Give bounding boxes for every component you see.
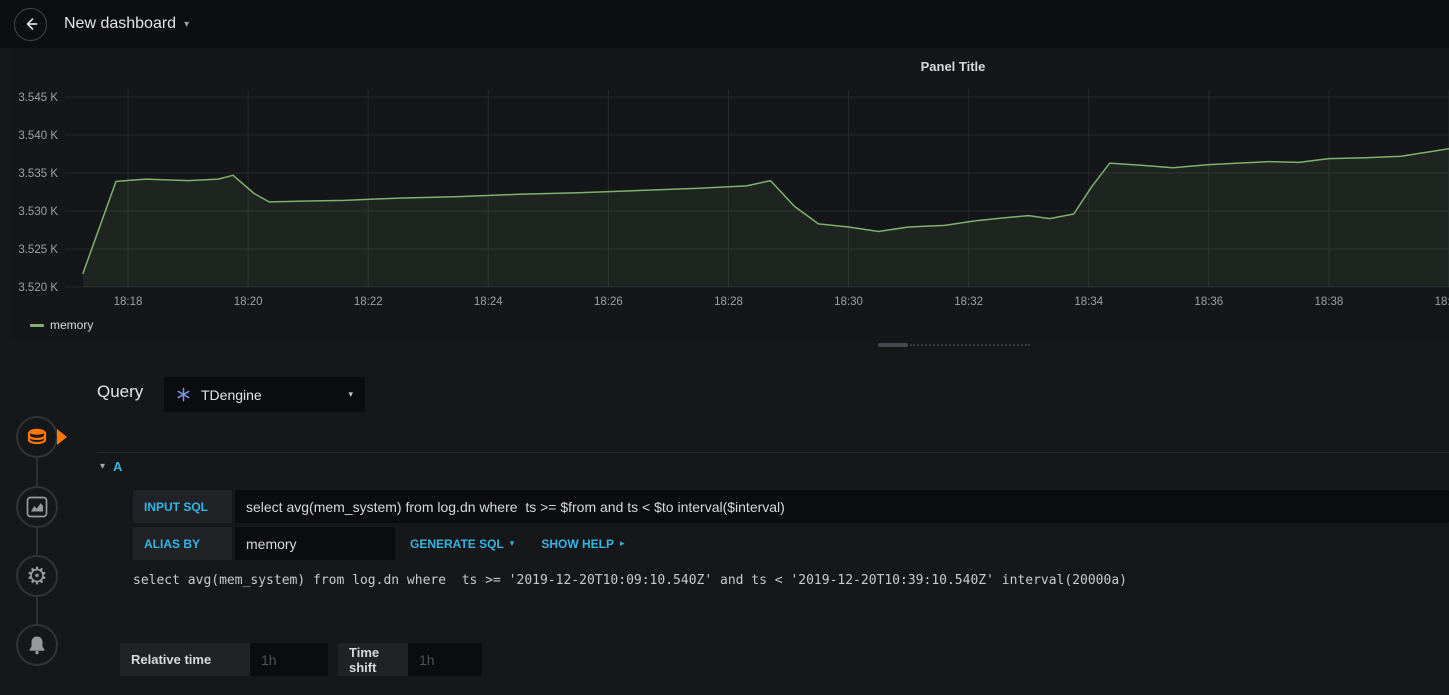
legend-label: memory (50, 318, 94, 332)
back-button[interactable] (14, 7, 47, 41)
query-row-collapse-toggle[interactable]: ▾ A (100, 459, 122, 474)
tabs-connector-line (36, 437, 38, 645)
legend-color-swatch (30, 323, 44, 327)
time-options-row: Relative time Time shift (120, 643, 482, 676)
arrow-left-icon (26, 18, 37, 30)
top-navbar: New dashboard ▾ (0, 0, 1449, 48)
scrollbar-handle[interactable] (878, 343, 908, 347)
tab-general[interactable]: ⚙ (16, 555, 58, 597)
svg-text:3.530 K: 3.530 K (18, 206, 58, 218)
input-sql-row: INPUT SQL (133, 490, 1449, 523)
panel-title: Panel Title (920, 59, 986, 74)
svg-text:3.525 K: 3.525 K (18, 244, 58, 256)
query-section-title: Query (97, 382, 144, 401)
svg-text:3.540 K: 3.540 K (18, 130, 58, 142)
svg-text:18:36: 18:36 (1194, 296, 1223, 308)
tdengine-logo-icon (177, 387, 190, 402)
svg-text:18:34: 18:34 (1074, 296, 1103, 308)
chevron-down-icon: ▾ (100, 461, 106, 472)
chevron-down-icon: ▾ (509, 538, 515, 549)
grafana-panel-editor: New dashboard ▾ Panel Title 3.520 K 3.525… (0, 0, 1449, 695)
query-row-letter: A (113, 459, 123, 474)
tab-queries[interactable] (16, 416, 58, 458)
svg-text:18:40: 18:40 (1435, 296, 1449, 308)
svg-text:18:38: 18:38 (1315, 296, 1344, 308)
graph-icon (26, 496, 48, 518)
svg-text:18:22: 18:22 (354, 296, 383, 308)
scrollbar-track-dots (910, 344, 1030, 346)
svg-text:3.520 K: 3.520 K (18, 282, 58, 294)
datasource-name: TDengine (201, 386, 262, 403)
legend-item-memory[interactable]: memory (30, 318, 93, 332)
svg-text:18:32: 18:32 (954, 296, 983, 308)
time-shift-field[interactable] (408, 643, 482, 676)
input-sql-field[interactable] (235, 490, 1449, 523)
dashboard-title-dropdown[interactable]: New dashboard ▾ (64, 15, 189, 33)
gear-icon: ⚙ (26, 562, 48, 590)
svg-text:18:26: 18:26 (594, 296, 623, 308)
generated-sql-preview: select avg(mem_system) from log.dn where… (133, 573, 1127, 588)
chart-panel: Panel Title 3.520 K 3.525 K 3.530 K 3.535 K… (10, 48, 1449, 340)
active-tab-arrow-icon (57, 429, 67, 445)
chevron-down-icon: ▾ (348, 389, 353, 400)
relative-time-label: Relative time (120, 643, 250, 676)
generate-sql-label: GENERATE SQL (410, 536, 504, 551)
alias-by-label: ALIAS BY (133, 527, 232, 560)
chevron-down-icon: ▾ (184, 18, 190, 30)
tab-alert[interactable] (16, 624, 58, 666)
svg-text:3.545 K: 3.545 K (18, 92, 58, 104)
show-help-label: SHOW HELP (541, 536, 614, 551)
input-sql-label: INPUT SQL (133, 490, 232, 523)
svg-text:18:30: 18:30 (834, 296, 863, 308)
chevron-right-icon: ▸ (620, 538, 625, 549)
alias-by-field[interactable] (235, 527, 395, 560)
svg-text:18:24: 18:24 (474, 296, 503, 308)
tab-visualization[interactable] (16, 486, 58, 528)
horizontal-scrollbar[interactable] (878, 342, 1030, 348)
time-shift-label: Time shift (338, 643, 408, 676)
show-help-button[interactable]: SHOW HELP ▸ (529, 527, 636, 560)
query-row-divider (97, 452, 1449, 453)
chart-svg: 3.520 K 3.525 K 3.530 K 3.535 K 3.540 K 3.545… (18, 90, 1449, 308)
alias-by-row: ALIAS BY GENERATE SQL ▾ SHOW HELP ▸ (133, 527, 637, 560)
database-icon (27, 428, 47, 445)
datasource-picker[interactable]: TDengine ▾ (164, 377, 365, 412)
relative-time-field[interactable] (250, 643, 328, 676)
dashboard-title: New dashboard (64, 15, 177, 32)
svg-text:3.535 K: 3.535 K (18, 168, 58, 180)
bell-icon (29, 636, 45, 655)
generate-sql-button[interactable]: GENERATE SQL ▾ (398, 527, 526, 560)
svg-text:18:28: 18:28 (714, 296, 743, 308)
svg-text:18:18: 18:18 (114, 296, 143, 308)
svg-text:18:20: 18:20 (234, 296, 263, 308)
